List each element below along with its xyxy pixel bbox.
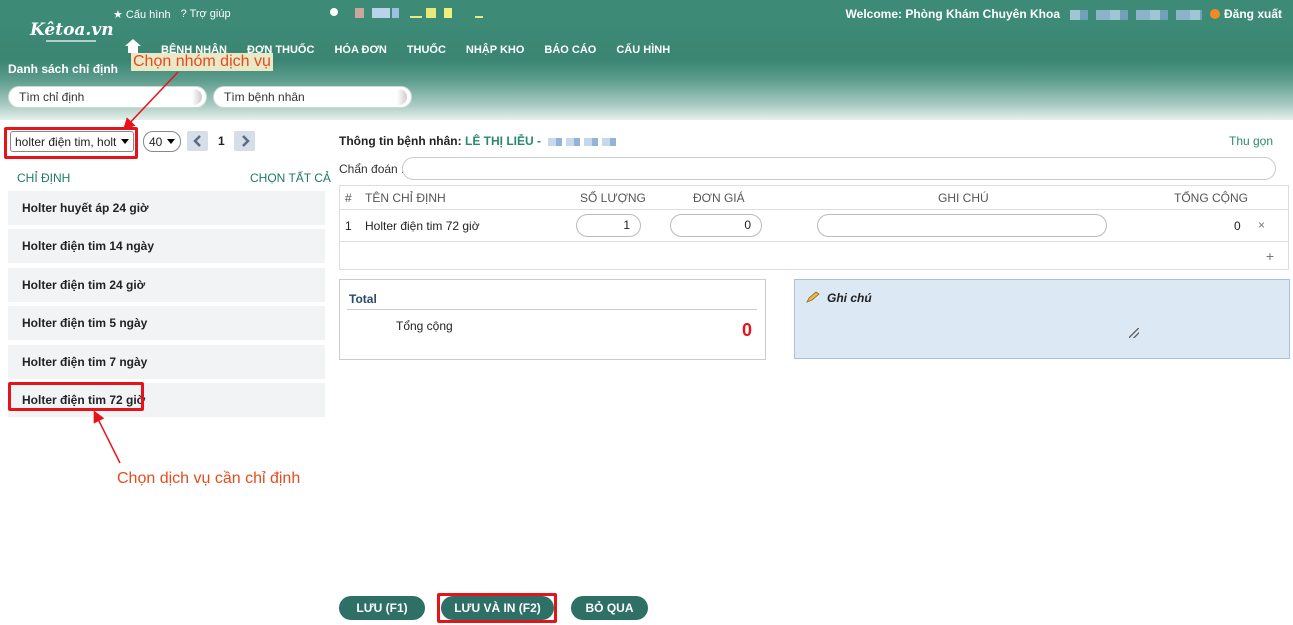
skip-button[interactable]: BỎ QUA (571, 596, 648, 620)
note-title: Ghi chú (827, 291, 872, 305)
total-divider (347, 309, 757, 310)
row-name: Holter điện tim 72 giờ (365, 219, 480, 233)
qty-value: 1 (623, 218, 630, 232)
total-value: 0 (741, 320, 752, 340)
total-panel: Total Tổng cộng 0 (339, 279, 766, 360)
highlight-save-print (437, 593, 557, 623)
remove-row-icon[interactable]: × (1258, 218, 1265, 232)
diagnosis-label: Chẩn đoán : (339, 162, 405, 176)
note-input[interactable] (817, 214, 1107, 237)
resize-handle[interactable] (1129, 328, 1139, 338)
patient-info: Thông tin bệnh nhân: LÊ THỊ LIỄU - (339, 134, 619, 148)
row-index: 1 (345, 219, 352, 233)
collapse-link[interactable]: Thu gọn (1229, 134, 1273, 148)
patient-name: LÊ THỊ LIỄU - (464, 134, 541, 148)
table-header: # TÊN CHỈ ĐỊNH SỐ LƯỢNG ĐƠN GIÁ GHI CHÚ … (340, 186, 1288, 210)
price-value: 0 (744, 218, 751, 232)
note-panel: Ghi chú (794, 279, 1290, 359)
add-row-icon[interactable]: + (1266, 248, 1274, 264)
pencil-icon (806, 291, 820, 303)
service-hint-annotation: Chọn dịch vụ cần chỉ định (117, 470, 301, 487)
total-label: Tổng cộng (396, 319, 453, 333)
table-row: 1 Holter điện tim 72 giờ 1 0 0 × (340, 210, 1288, 242)
col-total: TỔNG CỘNG (1174, 191, 1248, 205)
col-index: # (345, 191, 352, 205)
patient-info-label: Thông tin bệnh nhân: (339, 134, 462, 148)
diagnosis-input[interactable] (402, 157, 1276, 180)
col-qty: SỐ LƯỢNG (580, 191, 646, 205)
row-total: 0 (1234, 219, 1241, 233)
price-input[interactable]: 0 (670, 214, 762, 237)
col-price: ĐƠN GIÁ (693, 191, 745, 205)
redacted-patient-id (548, 137, 619, 146)
order-table: # TÊN CHỈ ĐỊNH SỐ LƯỢNG ĐƠN GIÁ GHI CHÚ … (339, 185, 1289, 270)
total-title: Total (349, 292, 377, 306)
note-textarea[interactable] (805, 312, 1139, 338)
qty-input[interactable]: 1 (576, 214, 641, 237)
save-button[interactable]: LƯU (F1) (339, 596, 425, 620)
col-note: GHI CHÚ (938, 191, 989, 205)
col-name: TÊN CHỈ ĐỊNH (365, 191, 446, 205)
